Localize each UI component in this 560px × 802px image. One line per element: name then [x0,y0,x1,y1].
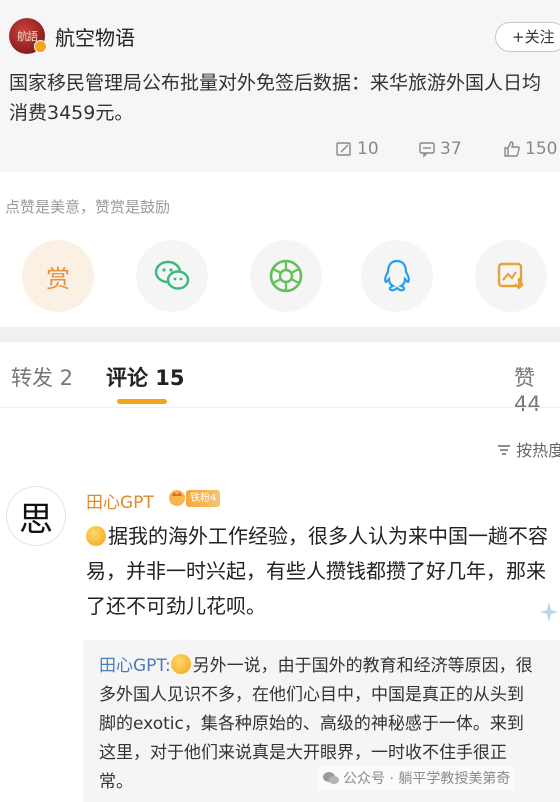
grin-emoji-icon [86,526,106,546]
repost-count-label: 10 [357,139,379,159]
commenter-name[interactable]: 田心GPT [86,488,154,513]
comment-text: 据我的海外工作经验，很多人认为来中国一趟不容易，并非一时兴起，有些人攒钱都攒了好… [86,519,560,624]
comment-icon [419,142,435,158]
repost-icon [336,142,351,156]
wechat-icon [154,260,190,290]
tab-comments[interactable]: 评论 15 [106,362,185,392]
comment-body: 据我的海外工作经验，很多人认为来中国一趟不容易，并非一时兴起，有些人攒钱都攒了好… [86,524,548,618]
sort-icon [498,445,510,455]
fan-level-badge: 铁粉4 [186,490,221,507]
save-image-icon [497,262,524,290]
section-spacer [0,172,560,186]
watermark-text: 公众号 · 躺平学教授美第奇 [343,771,511,787]
avatar-logo-text: 航語 [17,29,38,43]
moments-icon [269,259,303,293]
qq-icon [384,259,410,292]
share-qq-button[interactable] [361,240,433,312]
tab-reposts[interactable]: 转发 2 [11,362,73,392]
comment-count-label: 37 [440,139,462,159]
sparkle-icon [540,602,558,622]
active-tab-indicator [117,399,167,404]
follow-button[interactable]: +关注 [495,22,560,52]
share-moments-button[interactable] [250,240,322,312]
reply-author[interactable]: 田心GPT: [99,656,171,676]
like-count[interactable]: 150 [503,139,557,159]
reward-hint: 点赞是美意，赞赏是鼓励 [5,198,171,216]
like-count-label: 150 [525,139,558,159]
thumbs-up-icon [504,141,520,157]
wechat-official-icon [323,772,339,784]
sort-label: 按热度 [516,441,560,460]
reward-icon: 赏 [46,264,70,293]
tab-divider [0,407,560,408]
section-gap [0,327,560,342]
grin-emoji-icon [170,654,191,674]
post-text: 国家移民管理局公布批量对外免签后数据：来华旅游外国人日均消费3459元。 [9,72,542,124]
post-author[interactable]: 航空物语 [55,22,135,51]
share-wechat-button[interactable] [136,240,208,312]
commenter-avatar[interactable]: 思 [6,486,66,546]
save-image-button[interactable] [475,240,547,312]
repost-count[interactable]: 10 [335,139,379,159]
post-card: 航語 航空物语 +关注 国家移民管理局公布批量对外免签后数据：来华旅游外国人日均… [0,0,560,172]
fan-crown-icon [169,490,185,506]
sort-by-hot[interactable]: 按热度 [497,437,560,461]
watermark: 公众号 · 躺平学教授美第奇 [318,766,515,790]
verified-badge-icon [34,40,47,53]
comment-count[interactable]: 37 [418,139,462,159]
reward-button[interactable]: 赏 [22,240,94,312]
commenter-avatar-text: 思 [19,499,53,540]
